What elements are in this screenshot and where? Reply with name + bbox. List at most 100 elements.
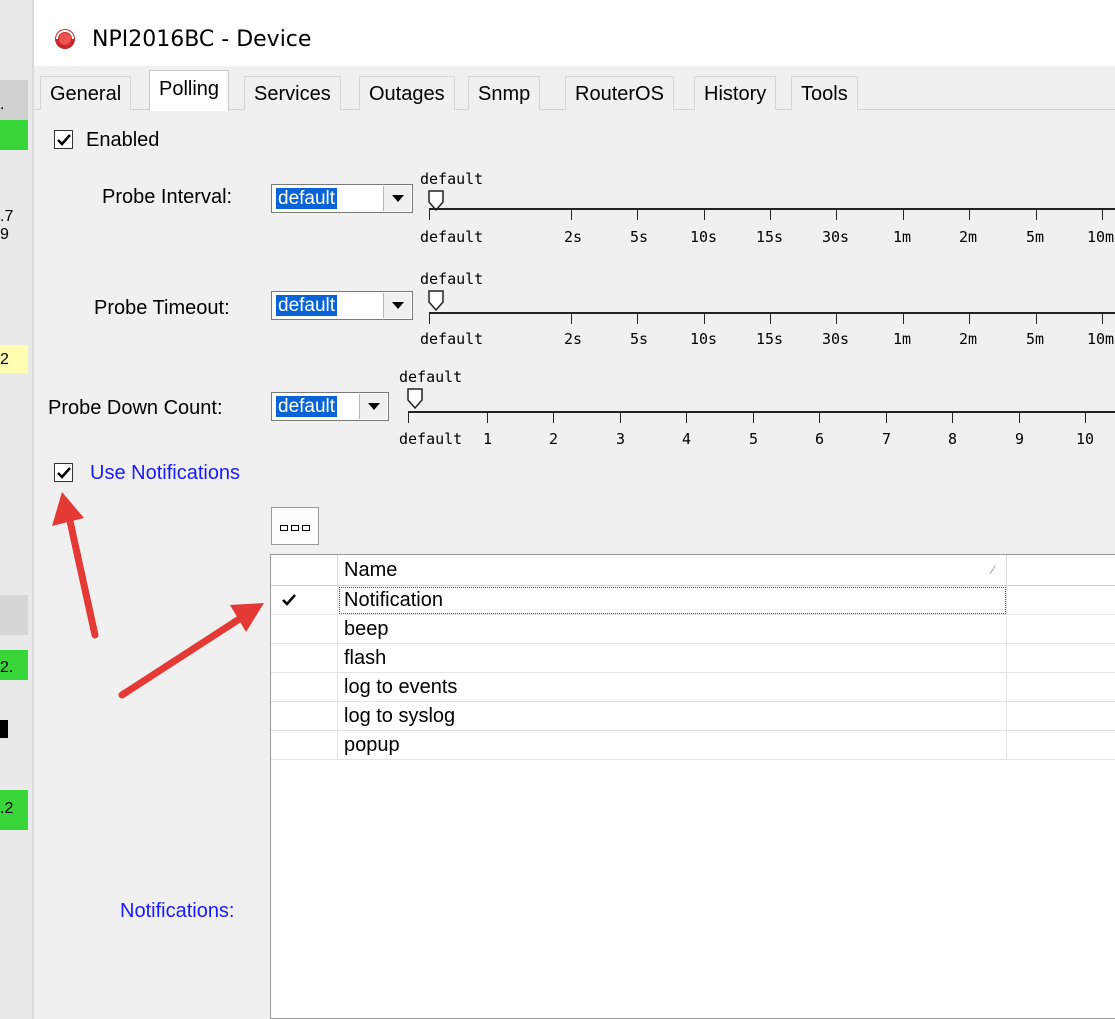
- tab-general[interactable]: General: [40, 76, 132, 110]
- table-row[interactable]: popup: [271, 731, 1115, 760]
- use-notifications-checkbox[interactable]: [54, 463, 73, 482]
- slider-tick: [886, 411, 887, 423]
- slider-tick: [969, 208, 970, 220]
- row-name-cell: flash: [338, 644, 1007, 673]
- slider-tick-label: default: [420, 330, 484, 348]
- chevron-down-icon[interactable]: [383, 293, 411, 318]
- background-text: .7: [0, 208, 14, 225]
- tab-tools[interactable]: Tools: [791, 76, 858, 110]
- tab-bar: General Polling Services Outages Snmp Ro…: [34, 70, 1115, 111]
- slider-tick: [1036, 208, 1037, 220]
- probe-down-count-slider[interactable]: default default 1 2 3 4 5 6 7 8 9 10: [398, 368, 1115, 448]
- notifications-table[interactable]: Name ⁄ Notification beep flash log to ev…: [270, 554, 1115, 1019]
- slider-tick-label: 9: [1015, 430, 1025, 448]
- background-text: 2: [0, 351, 9, 368]
- probe-down-count-select[interactable]: default: [271, 392, 389, 421]
- slider-tick-label: 1m: [893, 330, 912, 348]
- slider-tick: [753, 411, 754, 423]
- slider-tick-label: 30s: [822, 330, 850, 348]
- slider-tick-label: 7: [882, 430, 892, 448]
- tab-services[interactable]: Services: [244, 76, 341, 110]
- row-check-cell[interactable]: [271, 586, 338, 615]
- slider-tick: [487, 411, 488, 423]
- row-check-cell[interactable]: [271, 615, 338, 644]
- tab-routeros[interactable]: RouterOS: [565, 76, 674, 110]
- name-column-header[interactable]: Name ⁄: [338, 555, 1007, 586]
- background-text: 9: [0, 226, 9, 243]
- background-window-strip: . .7 9 2 2. .2: [0, 0, 32, 1019]
- slider-track: [429, 208, 1115, 210]
- slider-track: [429, 312, 1115, 314]
- slider-tick: [429, 312, 430, 324]
- table-row[interactable]: Notification: [271, 586, 1115, 615]
- slider-tick: [637, 208, 638, 220]
- probe-timeout-value: default: [276, 295, 338, 316]
- name-column-label: Name: [344, 559, 398, 581]
- slider-tick-label: 10s: [690, 330, 718, 348]
- slider-tick: [903, 208, 904, 220]
- slider-tick: [770, 208, 771, 220]
- slider-tick: [770, 312, 771, 324]
- slider-tick: [969, 312, 970, 324]
- table-row[interactable]: log to syslog: [271, 702, 1115, 731]
- background-text: 2.: [0, 659, 14, 676]
- chevron-down-icon[interactable]: [383, 186, 411, 211]
- slider-tick-label: 30s: [822, 228, 850, 246]
- slider-value-label: default: [399, 368, 463, 386]
- row-check-cell[interactable]: [271, 673, 338, 702]
- probe-timeout-slider[interactable]: default default 2s 5s 10s 15s 30s 1m 2m …: [419, 270, 1115, 350]
- window-title: NPI2016BC - Device: [92, 27, 312, 52]
- tab-polling[interactable]: Polling: [149, 70, 230, 111]
- slider-tick-label: 3: [616, 430, 626, 448]
- ellipsis-icon: [280, 525, 288, 531]
- enabled-checkbox[interactable]: [54, 130, 73, 149]
- row-name-cell: beep: [338, 615, 1007, 644]
- table-row[interactable]: log to events: [271, 673, 1115, 702]
- probe-timeout-select[interactable]: default: [271, 291, 413, 320]
- slider-tick-label: 2s: [564, 228, 583, 246]
- row-check-cell[interactable]: [271, 731, 338, 760]
- slider-tick: [571, 312, 572, 324]
- row-name-cell: popup: [338, 731, 1007, 760]
- slider-tick: [686, 411, 687, 423]
- tab-history[interactable]: History: [694, 76, 777, 110]
- probe-interval-value: default: [276, 188, 338, 209]
- slider-tick-label: 10m: [1087, 330, 1115, 348]
- slider-tick-label: 8: [948, 430, 958, 448]
- slider-tick-label: 2: [549, 430, 559, 448]
- probe-interval-select[interactable]: default: [271, 184, 413, 213]
- more-options-button[interactable]: [271, 507, 319, 545]
- use-notifications-label: Use Notifications: [90, 462, 241, 484]
- row-check-cell[interactable]: [271, 702, 338, 731]
- slider-value-label: default: [420, 170, 484, 188]
- slider-tick-label: 15s: [756, 330, 784, 348]
- slider-tick: [571, 208, 572, 220]
- chevron-down-icon[interactable]: [359, 394, 387, 419]
- probe-interval-slider[interactable]: default default 2s 5s 10s 15s 30s 1m 2m …: [419, 170, 1115, 250]
- slider-tick-label: 6: [815, 430, 825, 448]
- title-bar[interactable]: NPI2016BC - Device: [34, 0, 1115, 66]
- slider-tick: [836, 312, 837, 324]
- slider-tick-label: 2m: [959, 228, 978, 246]
- slider-tick-label: 5: [749, 430, 759, 448]
- row-check-cell[interactable]: [271, 644, 338, 673]
- slider-thumb-icon[interactable]: [427, 190, 447, 216]
- slider-tick-label: default: [420, 228, 484, 246]
- slider-tick: [429, 208, 430, 220]
- table-row[interactable]: flash: [271, 644, 1115, 673]
- table-header: Name ⁄: [271, 555, 1115, 586]
- tab-outages[interactable]: Outages: [359, 76, 455, 110]
- slider-tick-label: default: [399, 430, 463, 448]
- tab-snmp[interactable]: Snmp: [468, 76, 541, 110]
- slider-tick-label: 1m: [893, 228, 912, 246]
- row-name-cell: log to events: [338, 673, 1007, 702]
- table-row[interactable]: beep: [271, 615, 1115, 644]
- device-window: NPI2016BC - Device General Polling Servi…: [32, 0, 1115, 1019]
- slider-value-label: default: [420, 270, 484, 288]
- check-column-header[interactable]: [271, 555, 338, 586]
- slider-tick: [819, 411, 820, 423]
- slider-track: [408, 411, 1115, 413]
- slider-tick-label: 5s: [630, 228, 649, 246]
- slider-tick-label: 5m: [1026, 228, 1045, 246]
- ellipsis-icon: [302, 525, 310, 531]
